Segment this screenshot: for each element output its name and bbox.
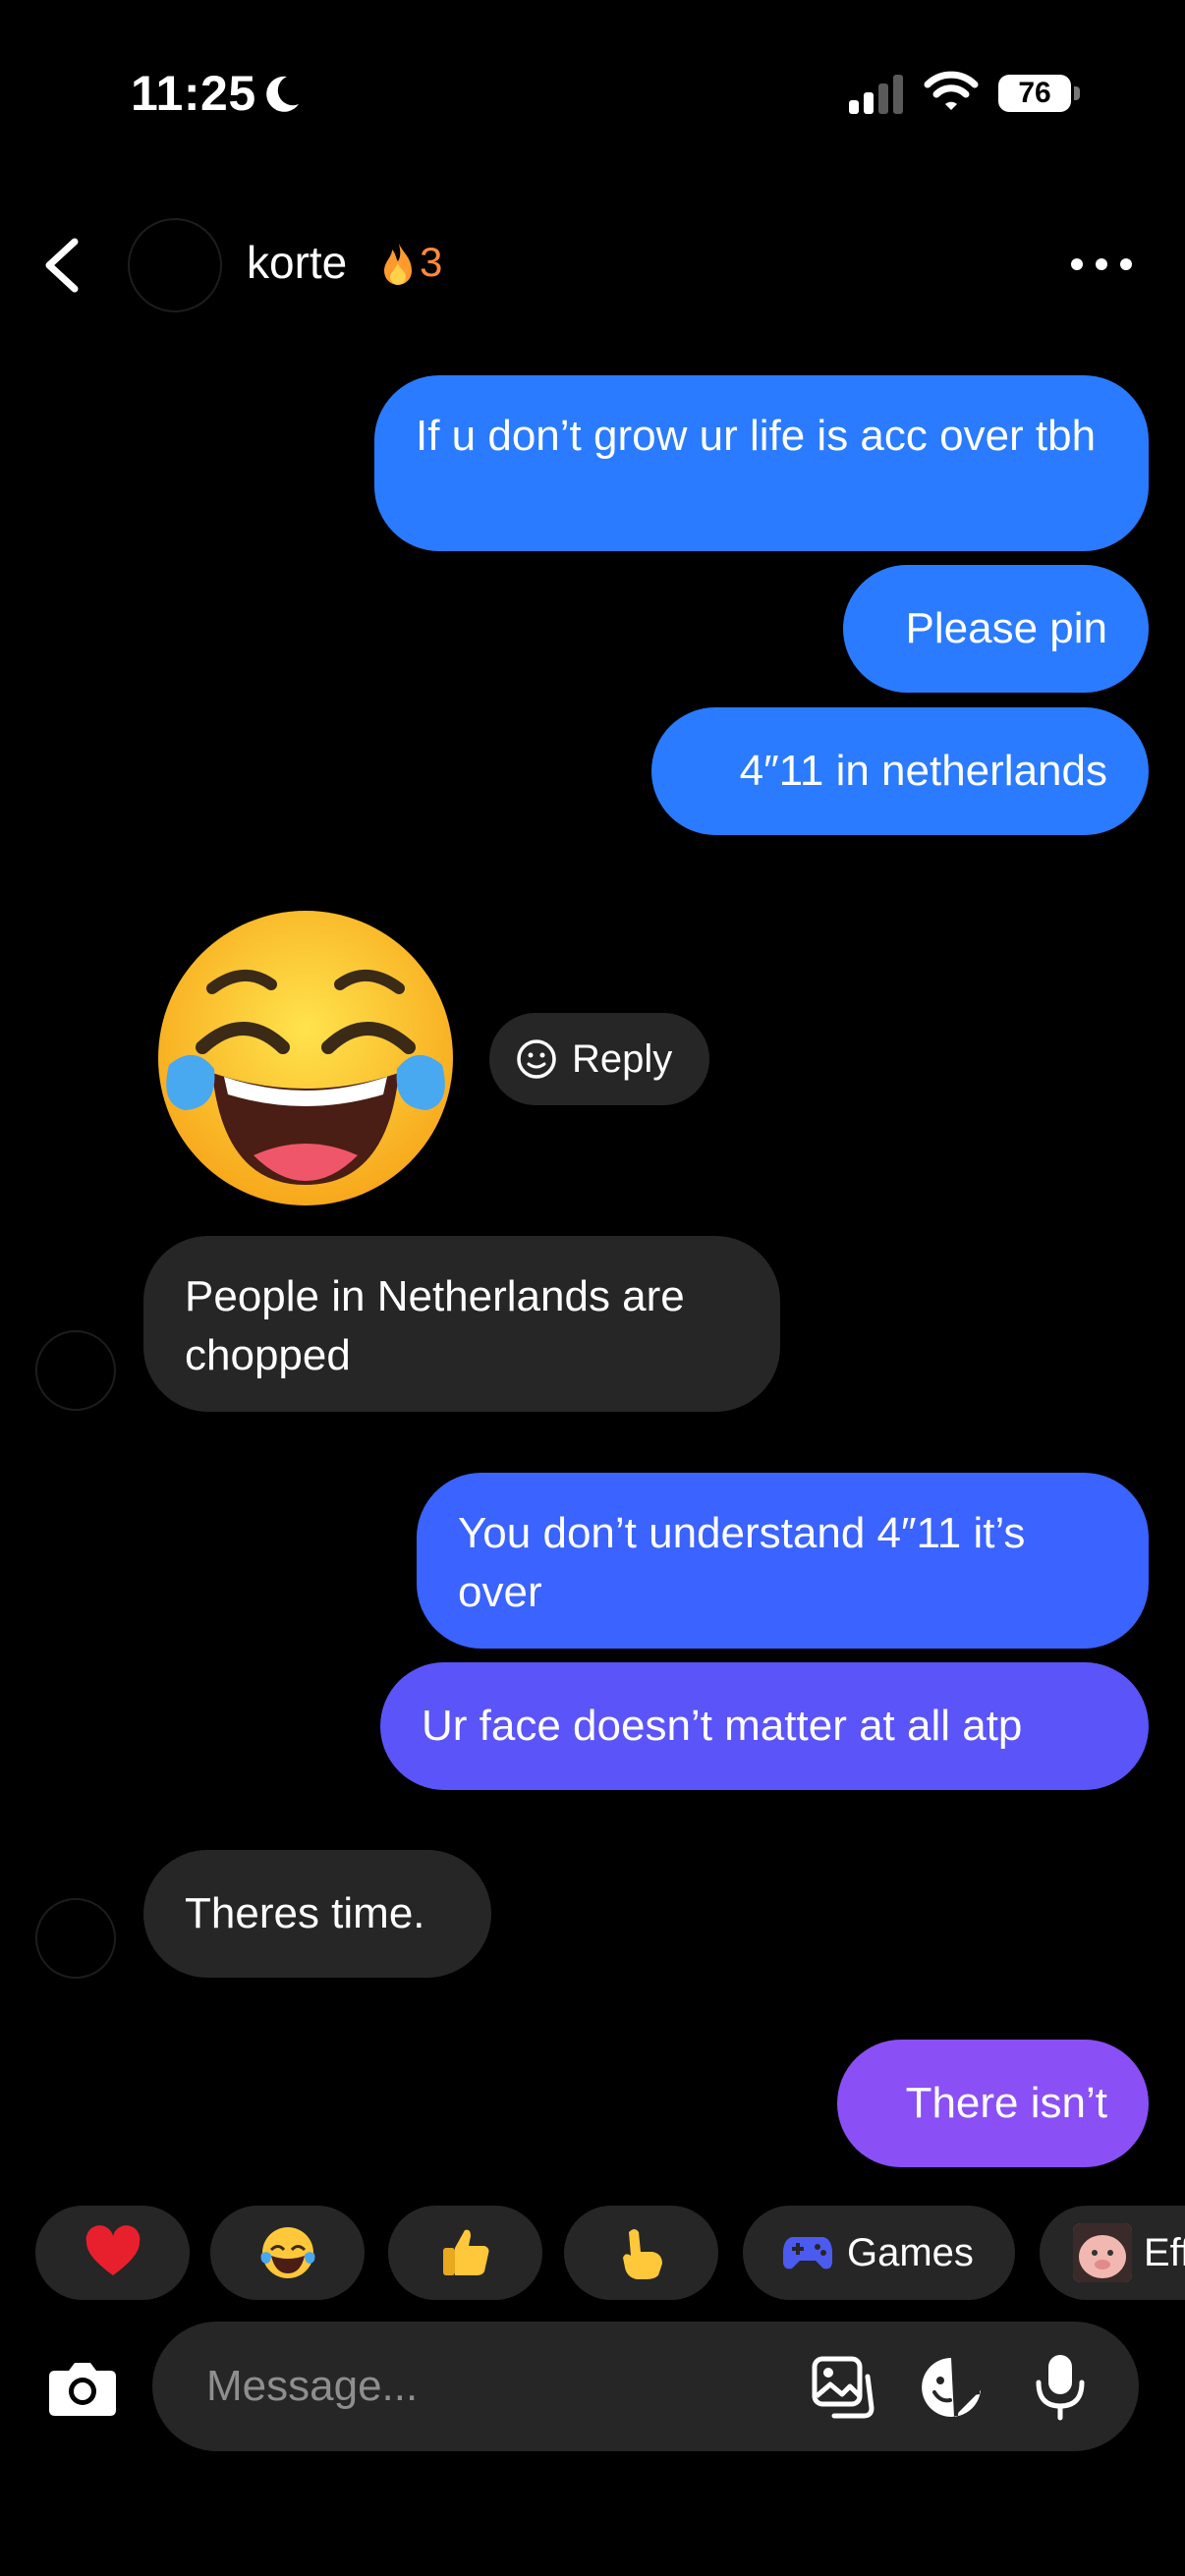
message-composer — [152, 2322, 1139, 2451]
camera-icon[interactable] — [47, 2355, 118, 2418]
outgoing-message[interactable]: Please pin — [843, 565, 1149, 693]
contact-name[interactable]: korte — [247, 236, 347, 289]
more-dot — [1096, 258, 1107, 270]
tears-of-joy-emoji[interactable] — [155, 908, 456, 1208]
moon-icon — [266, 76, 299, 112]
tears-of-joy-icon — [260, 2227, 314, 2278]
quick-reaction-point[interactable] — [564, 2206, 718, 2300]
quick-reaction-thumbs-up[interactable] — [388, 2206, 542, 2300]
reply-button[interactable]: Reply — [489, 1013, 709, 1105]
back-chevron-icon[interactable] — [39, 236, 88, 295]
incoming-message[interactable]: People in Netherlands are chopped — [143, 1236, 780, 1412]
battery-cap — [1074, 86, 1080, 100]
effects-button[interactable]: Eff — [1040, 2206, 1185, 2300]
effects-label: Eff — [1144, 2230, 1185, 2274]
smiley-reply-icon — [517, 1039, 556, 1079]
contact-avatar-small[interactable] — [35, 1898, 116, 1979]
outgoing-message[interactable]: If u don’t grow ur life is acc over tbh — [374, 375, 1149, 551]
outgoing-message[interactable]: You don’t understand 4″11 it’s over — [417, 1473, 1149, 1649]
outgoing-message[interactable]: Ur face doesn’t matter at all atp — [380, 1662, 1149, 1790]
more-dot — [1071, 258, 1083, 270]
quick-reaction-heart[interactable] — [35, 2206, 190, 2300]
contact-avatar-small[interactable] — [35, 1330, 116, 1411]
microphone-icon[interactable] — [1033, 2351, 1088, 2422]
streak-count: 3 — [420, 239, 443, 285]
more-dot — [1120, 258, 1132, 270]
reply-label: Reply — [572, 1036, 673, 1081]
outgoing-message[interactable]: There isn’t — [837, 2040, 1149, 2167]
sticker-icon[interactable] — [919, 2355, 984, 2420]
thumbs-up-icon — [442, 2229, 488, 2275]
gallery-icon[interactable] — [811, 2355, 875, 2420]
effects-thumbnail — [1073, 2223, 1132, 2282]
status-time: 11:25 — [131, 66, 256, 121]
wifi-icon — [924, 71, 979, 110]
battery-icon: 76 — [998, 75, 1071, 112]
fire-icon — [384, 240, 412, 285]
games-button[interactable]: Games — [743, 2206, 1015, 2300]
games-label: Games — [847, 2230, 974, 2274]
outgoing-message[interactable]: 4″11 in netherlands — [651, 707, 1149, 835]
contact-avatar[interactable] — [128, 218, 222, 312]
signal-icon — [849, 75, 903, 114]
more-options-icon[interactable] — [1071, 242, 1132, 287]
pointing-hand-icon — [622, 2229, 662, 2279]
gamepad-icon — [783, 2237, 832, 2269]
quick-reaction-laugh[interactable] — [210, 2206, 365, 2300]
red-heart-icon — [85, 2225, 140, 2275]
incoming-message[interactable]: Theres time. — [143, 1850, 491, 1978]
message-input[interactable] — [206, 2357, 717, 2416]
